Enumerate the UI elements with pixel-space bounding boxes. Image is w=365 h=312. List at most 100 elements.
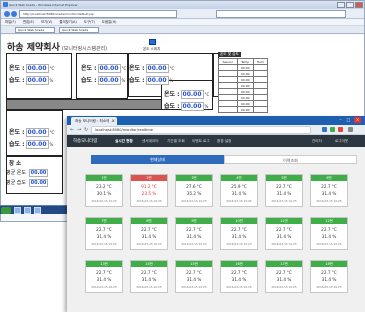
menu-tools[interactable]: 도구(T): [84, 20, 95, 24]
omnibox[interactable]: localhost:8080/monitor/realtime: [91, 126, 311, 134]
room5-temp: 온도 :00.00 °C: [9, 128, 55, 137]
sensor-card[interactable]: 8번 22.7 °C 31.4 % 2016-03-15 10:25: [130, 217, 168, 250]
nav-period[interactable]: 기간별 조회: [167, 139, 185, 144]
avg-temp: 평균 온도 00.00: [6, 169, 49, 177]
sensor-card[interactable]: 2번 91.2 °C 23.5 % 2016-03-15 10:25: [130, 174, 168, 207]
tab-close-icon[interactable]: ×: [112, 117, 115, 125]
sensor-hum: 31.4 %: [186, 277, 202, 282]
room1-temp: 온도 :00.00 °C: [9, 64, 55, 73]
room3-temp: 온도 :00.00 °C: [129, 64, 175, 73]
sensor-card[interactable]: 16번 22.7 °C 31.4 % 2016-03-15 10:25: [220, 260, 258, 293]
forward-icon[interactable]: [11, 11, 17, 17]
sensor-card-header: 5번: [266, 175, 302, 181]
menu-view[interactable]: 보기(V): [41, 20, 52, 24]
sensor-time: 2016-03-15 10:25: [271, 199, 297, 203]
start-button[interactable]: [1, 207, 11, 214]
chrome-tabbar: 하송 모니터링 : 최소의 ... × – □ ×: [67, 116, 365, 125]
menu-edit[interactable]: 편집(E): [23, 20, 34, 24]
sensor-card-header: 12번: [311, 218, 347, 224]
windows-taskbar: [0, 205, 67, 214]
menu-favorites[interactable]: 즐겨찾기(A): [59, 20, 76, 24]
sensor-card[interactable]: 4번 25.9 °C 31.4 % 2016-03-15 10:25: [220, 174, 258, 207]
sensor-time: 2016-03-15 10:25: [91, 242, 117, 246]
sensor-card[interactable]: 11번 22.7 °C 31.4 % 2016-03-15 10:25: [265, 217, 303, 250]
sensor-card[interactable]: 1번 23.2 °C 30.1 % 2016-03-15 10:25: [85, 174, 123, 207]
nav-settings[interactable]: 환경 설정: [217, 139, 231, 144]
back-arrow-icon[interactable]: ←: [70, 127, 74, 133]
extension-icon[interactable]: [338, 127, 343, 132]
ie-favorites-bar: Quick Web Scada Quick Web Scada: [1, 26, 364, 34]
company-subtitle: (모니터링시스템관리): [61, 46, 108, 52]
sensor-time: 2016-03-15 10:25: [91, 199, 117, 203]
sensor-temp: 22.7 °C: [231, 270, 247, 275]
logout-link[interactable]: 로그아웃: [335, 139, 348, 144]
sensor-card[interactable]: 18번 22.7 °C 31.4 % 2016-03-15 10:25: [310, 260, 348, 293]
sensor-time: 2016-03-15 10:25: [271, 242, 297, 246]
ie-titlebar: Quick Web Scada - Windows Internet Explo…: [1, 1, 364, 9]
sensor-table: Sensor Temp Hum 00.00 00.00 00.00 00.00 …: [218, 58, 269, 113]
minimize-button[interactable]: [337, 2, 345, 8]
menu-icon[interactable]: [348, 127, 353, 132]
sensor-card[interactable]: 12번 22.7 °C 31.4 % 2016-03-15 10:25: [310, 217, 348, 250]
sensor-hum: 31.4 %: [231, 234, 247, 239]
browser-tab[interactable]: 하송 모니터링 : 최소의 ... ×: [71, 117, 117, 125]
nav-event-log[interactable]: 이벤트 로그: [192, 139, 210, 144]
sensor-temp: 22.7 °C: [141, 270, 157, 275]
fav-tab-2[interactable]: Quick Web Scada: [59, 27, 99, 33]
sensor-card[interactable]: 3번 27.6 °C 35.2 % 2016-03-15 10:25: [175, 174, 213, 207]
sensor-time: 2016-03-15 10:25: [181, 285, 207, 289]
avg-hum: 평균 습도 00.00: [6, 179, 49, 187]
maximize-button[interactable]: [346, 2, 354, 8]
sensor-time: 2016-03-15 10:25: [271, 285, 297, 289]
sensor-card[interactable]: 7번 22.7 °C 31.4 % 2016-03-15 10:25: [85, 217, 123, 250]
ie-menubar: 파일(F) 편집(E) 보기(V) 즐겨찾기(A) 도구(T) 도움말(H): [1, 19, 364, 26]
window-minimize-icon[interactable]: –: [337, 117, 344, 123]
app-brand[interactable]: 하송모니터링: [73, 138, 97, 144]
ie-address-bar[interactable]: http://localhost:8080/scada/monitor/defa…: [19, 10, 177, 18]
fav-tab-1[interactable]: Quick Web Scada: [15, 27, 55, 33]
storage-title: 창 소: [9, 161, 22, 167]
menu-help[interactable]: 도움말(H): [102, 20, 117, 24]
forward-arrow-icon[interactable]: →: [77, 127, 81, 133]
sensor-temp: 22.7 °C: [276, 270, 292, 275]
extension-icon[interactable]: [322, 127, 327, 132]
menu-file[interactable]: 파일(F): [5, 20, 16, 24]
sensor-hum: 35.2 %: [186, 191, 202, 196]
sensor-card[interactable]: 6번 22.7 °C 31.4 % 2016-03-15 10:25: [310, 174, 348, 207]
taskbar-icon-ie[interactable]: [14, 207, 21, 214]
sensor-card-header: 14번: [131, 261, 167, 267]
tab-current-status[interactable]: 현재상태: [91, 155, 224, 164]
back-icon[interactable]: [4, 11, 10, 17]
room4-temp-value: 00.00: [180, 90, 204, 99]
sensor-card[interactable]: 17번 22.7 °C 31.4 % 2016-03-15 10:25: [265, 260, 303, 293]
sensor-card[interactable]: 15번 22.7 °C 31.4 % 2016-03-15 10:25: [175, 260, 213, 293]
window-maximize-icon[interactable]: □: [345, 117, 352, 123]
room1-hum-value: 00.00: [25, 76, 49, 85]
taskbar-icon-folder[interactable]: [24, 207, 31, 214]
ie-search-box[interactable]: [216, 10, 346, 18]
sensor-hum: 30.1 %: [96, 191, 112, 196]
sensor-card-header: 7번: [86, 218, 122, 224]
sensor-card[interactable]: 13번 22.7 °C 31.4 % 2016-03-15 10:25: [85, 260, 123, 293]
company-title: 하송 제약회사 (모니터링시스템관리): [7, 43, 108, 53]
user-menu[interactable]: 관리자: [312, 139, 322, 144]
sensor-card-header: 9번: [176, 218, 212, 224]
sensor-card[interactable]: 14번 22.7 °C 31.4 % 2016-03-15 10:25: [130, 260, 168, 293]
temp-switch-toggle[interactable]: [149, 39, 156, 45]
sensor-temp: 22.7 °C: [276, 184, 292, 189]
sensor-time: 2016-03-15 10:25: [316, 199, 342, 203]
sensor-temp: 22.7 °C: [186, 227, 202, 232]
close-button[interactable]: [355, 2, 363, 8]
nav-sensor[interactable]: 센서데이터: [142, 139, 159, 144]
reload-icon[interactable]: ↻: [84, 127, 88, 133]
sensor-temp: 25.9 °C: [231, 184, 247, 189]
extension-icon[interactable]: [330, 127, 335, 132]
window-close-icon[interactable]: ×: [354, 117, 361, 123]
tab-history[interactable]: 이력조회: [224, 155, 357, 164]
sensor-card[interactable]: 10번 22.7 °C 31.4 % 2016-03-15 10:25: [220, 217, 258, 250]
taskbar-icon-app[interactable]: [34, 207, 41, 214]
avg-hum-value: 00.00: [28, 179, 49, 187]
nav-realtime[interactable]: 실시간 현황: [115, 139, 133, 144]
sensor-card[interactable]: 5번 22.7 °C 31.4 % 2016-03-15 10:25: [265, 174, 303, 207]
sensor-card[interactable]: 9번 22.7 °C 31.4 % 2016-03-15 10:25: [175, 217, 213, 250]
